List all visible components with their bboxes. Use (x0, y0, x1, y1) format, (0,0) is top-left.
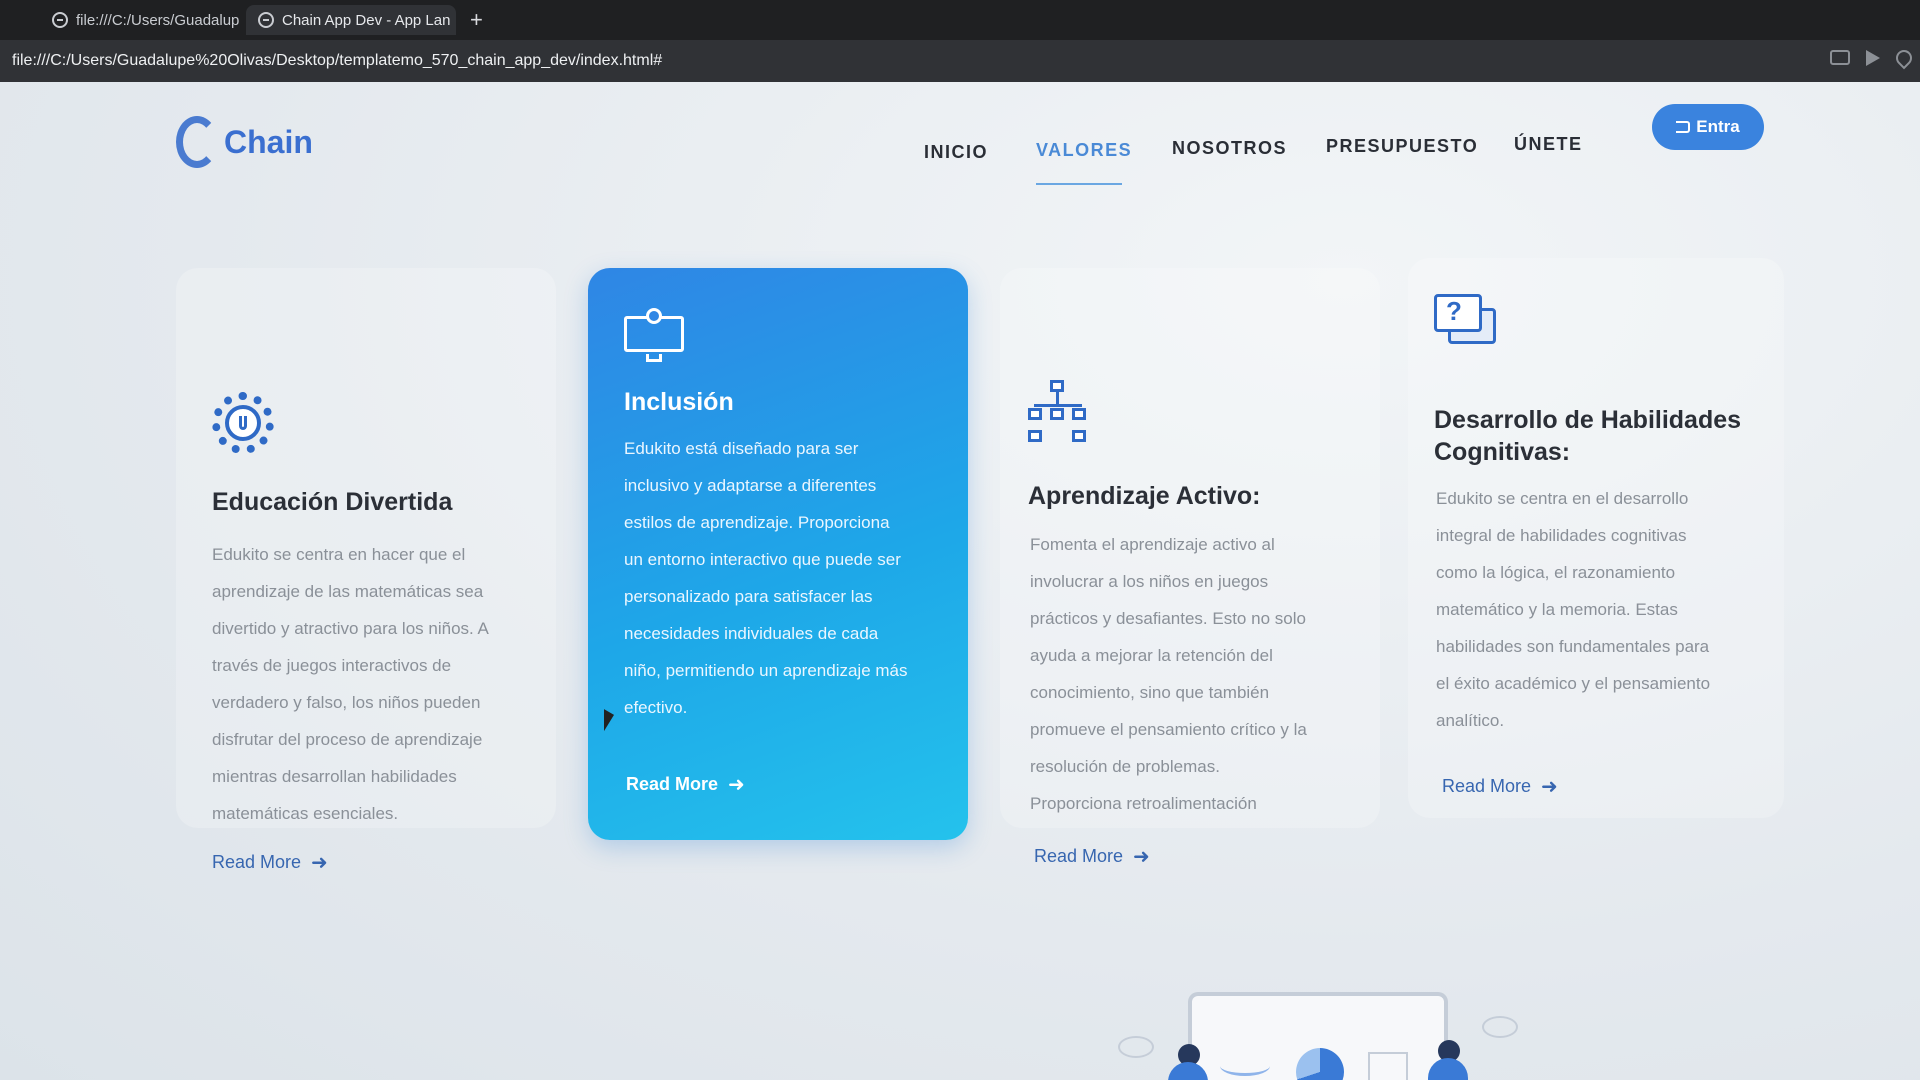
logo-text: Chain (224, 123, 313, 160)
card-title: Inclusión (624, 388, 734, 416)
tab-label: Chain App Dev - App Lan (282, 11, 451, 29)
card-title: Desarrollo de Habilidades Cognitivas: (1434, 406, 1742, 466)
browser-tab-bar: file:///C:/Users/Guadalup Chain App Dev … (0, 0, 1920, 40)
play-icon[interactable] (1866, 50, 1880, 66)
login-button[interactable]: Entra (1652, 104, 1764, 150)
read-more-link[interactable]: Read More ➜ (212, 850, 328, 875)
dashboard-illustration (1188, 992, 1448, 1080)
active-nav-underline (1036, 183, 1122, 185)
card-text: Edukito se centra en hacer que el aprend… (212, 545, 489, 823)
new-tab-button[interactable]: + (470, 7, 483, 33)
nav-valores[interactable]: VALORES (1036, 140, 1132, 161)
card-text: Edukito se centra en el desarrollo integ… (1436, 489, 1711, 730)
address-bar[interactable]: file:///C:/Users/Guadalupe%20Olivas/Desk… (0, 40, 1920, 82)
arrow-right-icon: ➜ (311, 852, 328, 874)
speech-bubble-icon (1482, 1016, 1518, 1038)
globe-icon (258, 12, 274, 28)
nav-presupuesto[interactable]: PRESUPUESTO (1326, 136, 1478, 157)
site-logo[interactable]: Chain (176, 116, 313, 168)
hierarchy-icon (1028, 380, 1088, 442)
url-text: file:///C:/Users/Guadalupe%20Olivas/Desk… (12, 52, 663, 69)
address-bar-icons (1830, 46, 1916, 70)
read-more-link[interactable]: Read More ➜ (1442, 774, 1558, 799)
value-card-cognitivas: ? Desarrollo de Habilidades Cognitivas: … (1408, 258, 1784, 818)
value-card-educacion: Educación Divertida Edukito se centra en… (176, 268, 556, 874)
line-chart-graphic (1220, 1056, 1270, 1076)
monitor-person-icon (624, 308, 684, 362)
gear-icon (212, 392, 274, 454)
bar-chart-graphic (1368, 1052, 1408, 1080)
chain-logo-icon (176, 116, 218, 168)
speech-bubble-icon (1118, 1036, 1154, 1058)
arrow-right-icon: ➜ (728, 774, 745, 796)
heart-icon[interactable] (1892, 46, 1916, 70)
page-content: Chain INICIO VALORES NOSOTROS PRESUPUEST… (0, 82, 1920, 1080)
arrow-right-icon: ➜ (1133, 846, 1150, 868)
tab-label: file:///C:/Users/Guadalup (76, 11, 240, 29)
camera-icon[interactable] (1830, 50, 1850, 65)
pie-chart-graphic (1296, 1048, 1344, 1080)
card-text: Fomenta el aprendizaje activo al involuc… (1030, 535, 1307, 813)
value-card-inclusion[interactable]: Inclusión Edukito está diseñado para ser… (588, 268, 968, 840)
read-more-link[interactable]: Read More ➜ (1034, 844, 1150, 869)
card-title: Educación Divertida (212, 488, 453, 516)
globe-icon (52, 12, 68, 28)
card-text: Edukito está diseñado para ser inclusivo… (624, 439, 908, 717)
read-more-link[interactable]: Read More ➜ (626, 772, 745, 797)
login-label: Entra (1696, 117, 1740, 136)
sign-in-icon (1676, 121, 1691, 133)
browser-tab-file[interactable]: file:///C:/Users/Guadalup (40, 5, 240, 35)
nav-inicio[interactable]: INICIO (924, 142, 988, 163)
arrow-right-icon: ➜ (1541, 776, 1558, 798)
nav-nosotros[interactable]: NOSOTROS (1172, 138, 1287, 159)
value-card-aprendizaje: Aprendizaje Activo: Fomenta el aprendiza… (1000, 268, 1380, 868)
nav-unete[interactable]: ÚNETE (1514, 134, 1583, 155)
chat-question-icon: ? (1434, 294, 1496, 348)
card-title: Aprendizaje Activo: (1028, 482, 1261, 510)
browser-tab-chain[interactable]: Chain App Dev - App Lan (246, 5, 456, 35)
